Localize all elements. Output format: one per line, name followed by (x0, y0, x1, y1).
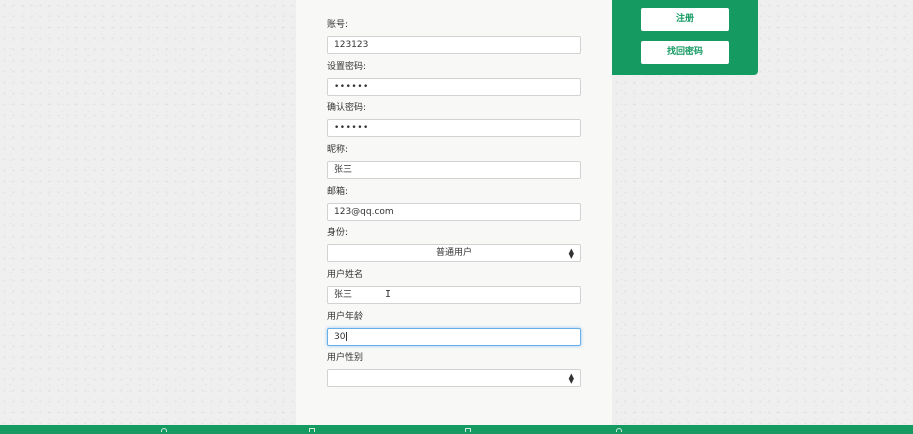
username-label: 用户姓名 (327, 270, 364, 280)
text-caret (346, 332, 348, 341)
username-field: 用户姓名 张三 I (327, 269, 581, 304)
side-action-panel: 注册 找回密码 (612, 0, 758, 75)
select-arrow-icon: ▲︎ ▼︎ (568, 372, 574, 385)
text-cursor-icon: I (385, 289, 392, 300)
email-input-value: 123@qq.com (334, 207, 394, 217)
document-icon[interactable] (309, 428, 315, 432)
document-icon[interactable] (465, 428, 471, 432)
nickname-input[interactable]: 张三 (327, 161, 581, 179)
age-input-value: 30 (334, 332, 346, 342)
password-input-value: •••••• (334, 82, 369, 92)
email-label: 邮箱: (327, 187, 349, 197)
confirm-password-input-value: •••••• (334, 123, 369, 133)
confirm-password-input[interactable]: •••••• (327, 119, 581, 137)
account-field: 账号: 123123 (327, 19, 581, 54)
password-field: 设置密码: •••••• (327, 61, 581, 96)
recover-password-button[interactable]: 找回密码 (641, 41, 729, 64)
email-field: 邮箱: 123@qq.com (327, 186, 581, 221)
user-icon[interactable] (161, 428, 167, 432)
footer-nav-bar (0, 425, 913, 434)
register-form-panel: 账号: 123123 设置密码: •••••• 确认密码: •••••• 昵称:… (296, 0, 612, 425)
age-input[interactable]: 30 (327, 328, 581, 346)
account-input[interactable]: 123123 (327, 36, 581, 54)
role-field: 身份: 普通用户 ▲︎ ▼︎ (327, 227, 581, 262)
role-label: 身份: (327, 228, 349, 238)
gender-field: 用户性别 ▲︎ ▼︎ (327, 352, 581, 387)
nickname-label: 昵称: (327, 145, 349, 155)
gender-select[interactable]: ▲︎ ▼︎ (327, 369, 581, 387)
password-label: 设置密码: (327, 62, 367, 72)
password-input[interactable]: •••••• (327, 78, 581, 96)
account-input-value: 123123 (334, 40, 369, 50)
account-label: 账号: (327, 20, 349, 30)
username-input[interactable]: 张三 I (327, 286, 581, 304)
age-label: 用户年龄 (327, 312, 364, 322)
role-select-value: 普通用户 (435, 248, 472, 258)
nickname-input-value: 张三 (334, 165, 353, 175)
confirm-password-field: 确认密码: •••••• (327, 102, 581, 137)
username-input-value: 张三 (334, 290, 353, 300)
confirm-password-label: 确认密码: (327, 103, 367, 113)
age-field: 用户年龄 30 (327, 311, 581, 346)
role-select[interactable]: 普通用户 ▲︎ ▼︎ (327, 244, 581, 262)
nickname-field: 昵称: 张三 (327, 144, 581, 179)
email-input[interactable]: 123@qq.com (327, 203, 581, 221)
select-arrow-icon: ▲︎ ▼︎ (568, 247, 574, 260)
location-icon[interactable] (616, 428, 622, 432)
gender-label: 用户性别 (327, 353, 364, 363)
register-button[interactable]: 注册 (641, 8, 729, 31)
